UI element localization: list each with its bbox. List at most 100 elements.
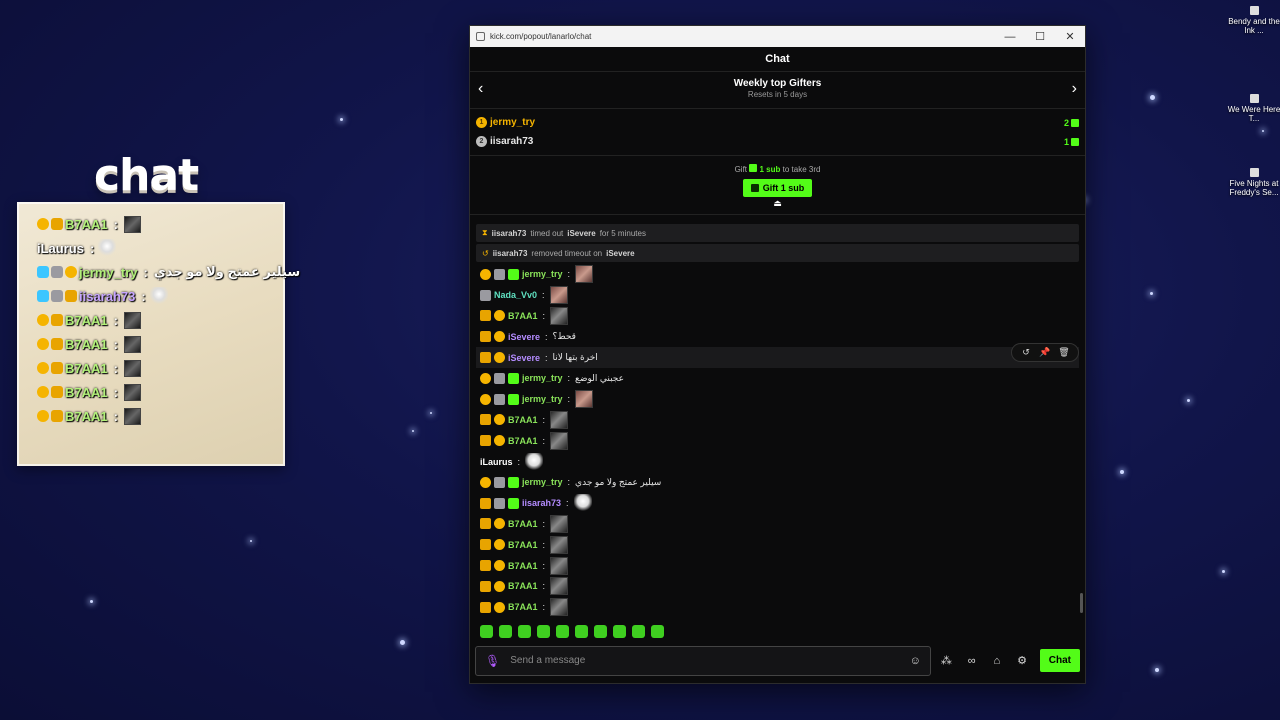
username[interactable]: B7AA1 <box>508 436 538 446</box>
system-message: ↺ iisarah73 removed timeout on iSevere <box>476 244 1079 262</box>
username[interactable]: jermy_try <box>522 394 563 404</box>
crown-badge-icon <box>65 290 77 302</box>
pin-icon[interactable]: 📌 <box>1037 347 1053 358</box>
crown-badge-icon <box>51 386 63 398</box>
username[interactable]: jermy_try <box>522 269 563 279</box>
system-target[interactable]: iSevere <box>606 249 634 258</box>
username[interactable]: B7AA1 <box>508 311 538 321</box>
emote-icon[interactable] <box>594 625 607 638</box>
chat-message[interactable]: Nada_Vv0: <box>470 285 1085 306</box>
wolf-badge-icon <box>480 289 491 301</box>
send-chat-button[interactable]: Chat <box>1039 649 1080 672</box>
chat-message[interactable]: B7AA1: <box>470 597 1085 618</box>
coin-badge-icon <box>480 476 491 488</box>
username[interactable]: iSevere <box>508 353 540 363</box>
username[interactable]: iLaurus <box>480 457 513 467</box>
crown-badge-icon <box>51 218 63 230</box>
collapse-icon[interactable]: ⏏ <box>470 198 1085 209</box>
top-gifters-header: ‹ Weekly top Gifters Resets in 5 days › <box>470 72 1085 109</box>
username[interactable]: Nada_Vv0 <box>494 290 537 300</box>
desktop-icon-label: Bendy and the Ink ... <box>1228 17 1280 35</box>
gifter-row[interactable]: 1 jermy_try 2 <box>470 113 1085 132</box>
chat-message[interactable]: iSevere: اخرة بتها لانا <box>476 347 1079 368</box>
emote-icon <box>123 359 141 377</box>
overlay-sep: : <box>141 288 146 304</box>
infinity-icon[interactable]: ∞ <box>962 655 981 667</box>
coin-badge-icon <box>37 410 49 422</box>
maximize-button[interactable]: ☐ <box>1025 26 1055 47</box>
emote-icon[interactable] <box>499 625 512 638</box>
microphone-icon[interactable]: 🎙 <box>485 654 500 668</box>
desktop-icon-we-were-here[interactable]: We Were Here T... <box>1226 94 1280 123</box>
emote-icon[interactable] <box>537 625 550 638</box>
emote-icon[interactable] <box>613 625 626 638</box>
chevron-left-icon[interactable]: ‹ <box>478 81 483 97</box>
overlay-sep: : <box>113 408 118 424</box>
gift-sub-button[interactable]: Gift 1 sub <box>742 179 813 197</box>
minimize-button[interactable]: — <box>995 26 1025 47</box>
emote-icon[interactable] <box>518 625 531 638</box>
delete-icon[interactable]: 🗑 <box>1056 347 1072 358</box>
overlay-username: B7AA1 <box>65 408 108 424</box>
username[interactable]: B7AA1 <box>508 602 538 612</box>
system-actor[interactable]: iisarah73 <box>493 249 528 258</box>
chat-message[interactable]: jermy_try: <box>470 389 1085 410</box>
game-shortcut-icon <box>1249 6 1259 15</box>
system-target[interactable]: iSevere <box>567 229 595 238</box>
emote-icon[interactable] <box>480 625 493 638</box>
coin-badge-icon <box>37 386 49 398</box>
username[interactable]: iisarah73 <box>522 498 561 508</box>
coin-badge-icon <box>494 580 505 592</box>
username[interactable]: iSevere <box>508 332 540 342</box>
chat-message[interactable]: jermy_try: <box>470 264 1085 285</box>
crown-badge-icon <box>480 601 491 613</box>
username[interactable]: jermy_try <box>522 373 563 383</box>
emote-icon[interactable] <box>556 625 569 638</box>
username[interactable]: B7AA1 <box>508 540 538 550</box>
chat-message[interactable]: B7AA1: <box>470 430 1085 451</box>
emoji-icon[interactable]: ☺ <box>910 655 921 667</box>
chat-message[interactable]: B7AA1: <box>470 576 1085 597</box>
pinned-icon[interactable]: ⁂ <box>937 654 956 667</box>
system-actor[interactable]: iisarah73 <box>492 229 527 238</box>
overlay-sep: : <box>113 384 118 400</box>
store-icon[interactable]: ⌂ <box>987 655 1006 667</box>
username[interactable]: B7AA1 <box>508 519 538 529</box>
close-button[interactable]: ✕ <box>1055 26 1085 47</box>
window-titlebar[interactable]: kick.com/popout/lanarlo/chat — ☐ ✕ <box>470 26 1085 47</box>
username[interactable]: jermy_try <box>522 477 563 487</box>
message-input[interactable] <box>510 655 900 666</box>
desktop-icon-fnaf[interactable]: Five Nights at Freddy's Se... <box>1226 168 1280 197</box>
chat-message[interactable]: B7AA1: <box>470 534 1085 555</box>
gifters-subtitle: Resets in 5 days <box>747 90 808 99</box>
gear-icon[interactable]: ⚙ <box>1013 654 1032 667</box>
desktop-icon-bendy[interactable]: Bendy and the Ink ... <box>1226 6 1280 35</box>
chat-message[interactable]: B7AA1: <box>470 555 1085 576</box>
chat-message[interactable]: B7AA1: <box>470 306 1085 327</box>
overlay-chat-card: B7AA1 : iLaurus : jermy_try : سيلير عمتج… <box>17 202 300 466</box>
emote-icon[interactable] <box>651 625 664 638</box>
crown-badge-icon <box>480 518 491 530</box>
username[interactable]: B7AA1 <box>508 581 538 591</box>
chat-message[interactable]: iisarah73: <box>470 493 1085 514</box>
chat-message[interactable]: iLaurus: <box>470 451 1085 472</box>
chat-message[interactable]: iSevere: قحط؟ <box>470 326 1085 347</box>
emote-icon[interactable] <box>632 625 645 638</box>
timeout-icon[interactable]: ↺ <box>1018 347 1034 358</box>
scrollbar[interactable] <box>1080 593 1083 613</box>
chat-message[interactable]: B7AA1: <box>470 514 1085 535</box>
emote-icon <box>550 514 569 533</box>
chat-message[interactable]: jermy_try: عجبني الوضع <box>470 368 1085 389</box>
chat-message[interactable]: B7AA1: <box>470 410 1085 431</box>
gift-sub-button-label: Gift 1 sub <box>762 183 805 193</box>
chevron-right-icon[interactable]: › <box>1072 81 1077 97</box>
emote-icon[interactable] <box>575 625 588 638</box>
system-tail: for 5 minutes <box>599 228 646 238</box>
username[interactable]: B7AA1 <box>508 561 538 571</box>
chat-message[interactable]: jermy_try: سيلير عمتج ولا مو جدي <box>470 472 1085 493</box>
username[interactable]: B7AA1 <box>508 415 538 425</box>
window-url: kick.com/popout/lanarlo/chat <box>490 32 592 41</box>
overlay-line: B7AA1 : <box>37 310 141 330</box>
emote-icon <box>123 215 141 233</box>
gifter-row[interactable]: 2 iisarah73 1 <box>470 132 1085 151</box>
